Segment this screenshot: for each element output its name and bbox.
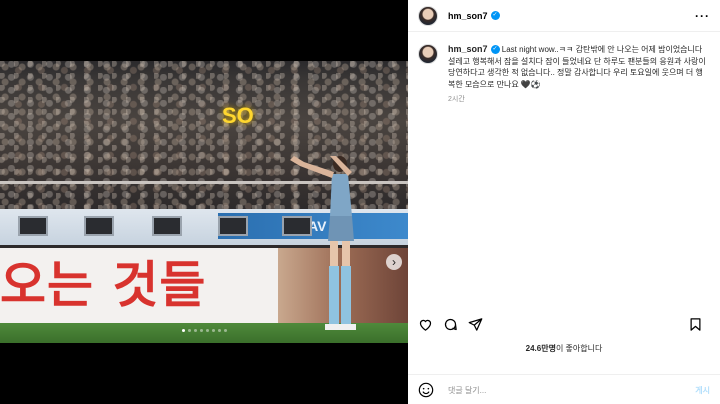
carousel-dot <box>206 329 209 332</box>
comment-button[interactable] <box>443 317 458 332</box>
likes-number: 24.6만명 <box>525 344 556 353</box>
likes-count[interactable]: 24.6만명이 좋아합니다 <box>408 343 720 354</box>
carousel-dot <box>200 329 203 332</box>
floodlight <box>218 216 248 236</box>
caption: hm_son7 ✓ Last night wow..ㅋㅋ 감탄밖에 안 나오는 어… <box>408 32 720 106</box>
ad-board: 오는 것들 <box>0 248 278 323</box>
action-bar <box>418 316 713 332</box>
post-panel: hm_son7 ✓ ··· hm_son7 ✓ Last night wow..ㅋ… <box>408 0 720 404</box>
carousel-dots <box>182 329 227 332</box>
caption-body: hm_son7 ✓ Last night wow..ㅋㅋ 감탄밖에 안 나오는 어… <box>448 44 708 106</box>
bookmark-button[interactable] <box>688 317 703 332</box>
caption-username[interactable]: hm_son7 <box>448 44 488 54</box>
caption-timestamp: 2시간 <box>448 96 465 103</box>
carousel-dot <box>194 329 197 332</box>
floodlight <box>18 216 48 236</box>
carousel-dot <box>224 329 227 332</box>
more-icon[interactable]: ··· <box>695 9 710 23</box>
comment-bar: 게시 <box>408 376 720 404</box>
share-icon <box>468 317 483 331</box>
share-button[interactable] <box>468 317 483 332</box>
carousel-dot <box>182 329 185 332</box>
heart-icon <box>419 319 432 331</box>
divider <box>408 374 720 375</box>
like-button[interactable] <box>418 317 433 332</box>
chevron-right-icon[interactable]: › <box>386 254 402 270</box>
floodlight <box>152 216 182 236</box>
avatar[interactable] <box>418 5 438 26</box>
comment-input[interactable] <box>448 385 668 395</box>
post-photo[interactable]: SO NAV 오는 것들 › <box>0 61 408 343</box>
bookmark-icon <box>690 317 701 331</box>
post-header: hm_son7 ✓ ··· <box>408 0 720 32</box>
post-comment-button[interactable]: 게시 <box>695 385 710 396</box>
post-media: SO NAV 오는 것들 › <box>0 0 408 404</box>
avatar[interactable] <box>418 44 438 64</box>
verified-icon: ✓ <box>490 11 500 20</box>
carousel-dot <box>212 329 215 332</box>
header-username[interactable]: hm_son7 <box>448 11 488 21</box>
player-figure <box>290 156 356 330</box>
crowd-sign: SO <box>222 103 254 128</box>
carousel-dot <box>218 329 221 332</box>
verified-icon: ✓ <box>490 45 500 55</box>
comment-icon <box>444 318 457 330</box>
carousel-dot <box>188 329 191 332</box>
likes-suffix: 이 좋아합니다 <box>555 344 603 353</box>
floodlight <box>84 216 114 236</box>
emoji-icon[interactable] <box>418 382 434 398</box>
